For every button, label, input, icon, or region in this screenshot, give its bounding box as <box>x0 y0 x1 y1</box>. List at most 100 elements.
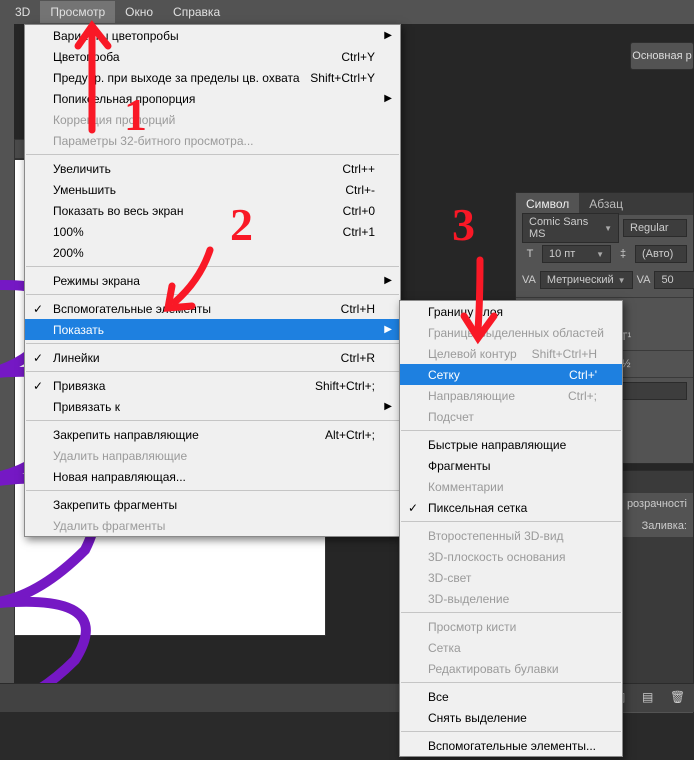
menu-item[interactable]: Режимы экрана▶ <box>25 270 400 291</box>
menu-item-label: Быстрые направляющие <box>428 438 566 452</box>
menu-item: Целевой контурShift+Ctrl+H <box>400 343 622 364</box>
check-icon: ✓ <box>33 302 43 316</box>
chevron-down-icon: ▼ <box>618 276 626 285</box>
menu-item-label: Привязать к <box>53 400 120 414</box>
tab-paragraph[interactable]: Абзац <box>579 193 633 215</box>
tracking-icon: VA <box>637 272 651 288</box>
separator <box>26 294 399 295</box>
separator <box>401 430 621 431</box>
menu-item-label: 100% <box>53 225 84 239</box>
show-submenu: Границу слояГраницы выделенных областейЦ… <box>399 300 623 757</box>
menu-item-label: Цветопроба <box>53 50 120 64</box>
shortcut: Shift+Ctrl+Y <box>310 71 375 85</box>
font-style-select[interactable]: Regular <box>623 219 687 237</box>
menu-просмотр[interactable]: Просмотр <box>40 1 115 23</box>
panel-tabs: Символ Абзац <box>516 193 693 215</box>
menu-item-label: Просмотр кисти <box>428 620 516 634</box>
kerning-select[interactable]: Метрический▼ <box>540 271 633 289</box>
menu-item[interactable]: ✓ Привязка Shift+Ctrl+; <box>25 375 400 396</box>
options-bar-button[interactable]: Основная р <box>630 42 694 70</box>
menu-item-label: 3D-выделение <box>428 592 509 606</box>
view-menu: Варианты цветопробы▶ЦветопробаCtrl+YПред… <box>24 24 401 537</box>
menu-item-label: Фрагменты <box>428 459 491 473</box>
menu-item[interactable]: Цветопроба Ctrl+Y <box>25 46 400 67</box>
separator <box>401 731 621 732</box>
check-icon: ✓ <box>33 351 43 365</box>
menu-item[interactable]: Попиксельная пропорция ▶ <box>25 88 400 109</box>
menu-item-label: Закрепить направляющие <box>53 428 199 442</box>
tab-character[interactable]: Символ <box>516 193 579 215</box>
menu-item[interactable]: Предупр. при выходе за пределы цв. охват… <box>25 67 400 88</box>
menu-item[interactable]: 100% Ctrl+1 <box>25 221 400 242</box>
leading-value: (Авто) <box>642 248 673 260</box>
menu-item[interactable]: 200% <box>25 242 400 263</box>
menu-item[interactable]: Снять выделение <box>400 707 622 728</box>
check-icon: ✓ <box>408 501 418 515</box>
menu-item[interactable]: Варианты цветопробы▶ <box>25 25 400 46</box>
menu-item[interactable]: Фрагменты <box>400 455 622 476</box>
shortcut: Ctrl+1 <box>343 225 375 239</box>
tracking-select[interactable]: 50 <box>654 271 694 289</box>
submenu-arrow-icon: ▶ <box>384 401 392 412</box>
kerning-icon: VA <box>522 272 536 288</box>
menu-item: Параметры 32-битного просмотра... <box>25 130 400 151</box>
menu-справка[interactable]: Справка <box>163 1 230 23</box>
separator <box>26 420 399 421</box>
menu-item-label: Варианты цветопробы <box>53 29 179 43</box>
shortcut: Ctrl+H <box>341 302 375 316</box>
font-family-select[interactable]: Comic Sans MS▼ <box>522 213 619 243</box>
menu-item[interactable]: Показать ▶ <box>25 319 400 340</box>
options-bar-label: Основная р <box>632 50 691 62</box>
menu-окно[interactable]: Окно <box>115 1 163 23</box>
menu-item[interactable]: Привязать к ▶ <box>25 396 400 417</box>
menu-item[interactable]: Закрепить направляющиеAlt+Ctrl+; <box>25 424 400 445</box>
menu-item-label: Вспомогательные элементы... <box>428 739 596 753</box>
menu-item[interactable]: Вспомогательные элементы... <box>400 735 622 756</box>
trash-icon[interactable]: 🗑 <box>670 690 686 706</box>
separator <box>401 682 621 683</box>
menu-item-label: Увеличить <box>53 162 111 176</box>
menu-item-label: Сетку <box>428 368 460 382</box>
separator <box>26 266 399 267</box>
shortcut: Ctrl+Y <box>341 50 375 64</box>
shortcut: Ctrl+R <box>341 351 375 365</box>
menu-item-label: Целевой контур <box>428 347 517 361</box>
leading-select[interactable]: (Авто) <box>635 245 687 263</box>
menu-item[interactable]: СеткуCtrl+' <box>400 364 622 385</box>
submenu-arrow-icon: ▶ <box>384 93 392 104</box>
menu-item[interactable]: Все <box>400 686 622 707</box>
menu-item[interactable]: УменьшитьCtrl+- <box>25 179 400 200</box>
menu-item: Просмотр кисти <box>400 616 622 637</box>
menu-item-label: Снять выделение <box>428 711 527 725</box>
menu-item[interactable]: Увеличить Ctrl++ <box>25 158 400 179</box>
new-icon[interactable]: ▤ <box>642 690 658 706</box>
menu-item-label: Закрепить фрагменты <box>53 498 177 512</box>
menu-item-label: Второстепенный 3D-вид <box>428 529 564 543</box>
menu-item-label: Удалить фрагменты <box>53 519 165 533</box>
check-icon: ✓ <box>33 379 43 393</box>
shortcut: Ctrl+0 <box>343 204 375 218</box>
menu-item[interactable]: Границу слоя <box>400 301 622 322</box>
menu-item[interactable]: Закрепить фрагменты <box>25 494 400 515</box>
menu-item-label: Новая направляющая... <box>53 470 186 484</box>
menu-item[interactable]: Показать во весь экранCtrl+0 <box>25 200 400 221</box>
shortcut: Ctrl++ <box>342 162 375 176</box>
menu-item: Удалить фрагменты <box>25 515 400 536</box>
menu-item[interactable]: ✓ЛинейкиCtrl+R <box>25 347 400 368</box>
separator <box>26 343 399 344</box>
menu-item-label: Попиксельная пропорция <box>53 92 195 106</box>
menu-item[interactable]: Быстрые направляющие <box>400 434 622 455</box>
font-size-select[interactable]: 10 пт▼ <box>542 245 611 263</box>
menu-item[interactable]: Новая направляющая... <box>25 466 400 487</box>
submenu-arrow-icon: ▶ <box>384 324 392 335</box>
menu-item-label: Привязка <box>53 379 105 393</box>
menu-item[interactable]: ✓Пиксельная сетка <box>400 497 622 518</box>
separator <box>26 154 399 155</box>
shortcut: Shift+Ctrl+; <box>315 379 375 393</box>
menu-item-label: Сетка <box>428 641 461 655</box>
menu-3d[interactable]: 3D <box>5 1 40 23</box>
menu-item-label: Показать <box>53 323 104 337</box>
menu-item-label: Комментарии <box>428 480 504 494</box>
menu-item[interactable]: ✓Вспомогательные элементыCtrl+H <box>25 298 400 319</box>
menu-item-label: Подсчет <box>428 410 474 424</box>
